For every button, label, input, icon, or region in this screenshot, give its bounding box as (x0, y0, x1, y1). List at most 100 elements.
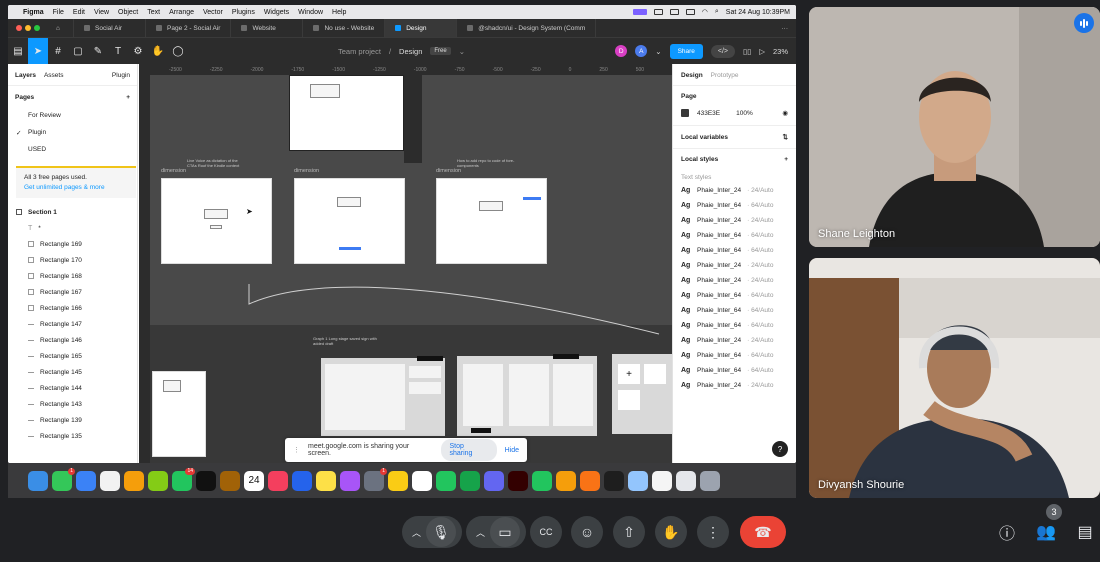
layer-item[interactable]: Rectangle 167 (8, 284, 137, 300)
tab-social-air[interactable]: Social Air (74, 19, 146, 37)
add-page-icon[interactable]: + (126, 94, 130, 101)
photos-icon[interactable] (124, 470, 144, 491)
raise-hand-button[interactable]: ✋ (655, 516, 687, 548)
layer-item[interactable]: Rectangle 168 (8, 268, 137, 284)
hide-banner-button[interactable]: Hide (505, 447, 519, 454)
text-style-item[interactable]: Ag Phaie_Inter_64 · 64/Auto (673, 303, 796, 318)
reminders-icon[interactable] (100, 470, 120, 491)
canvas-frame[interactable]: ➤ (161, 178, 272, 264)
stop-sharing-button[interactable]: Stop sharing (441, 439, 497, 461)
text-style-item[interactable]: Ag Phaie_Inter_24 · 24/Auto (673, 378, 796, 393)
leave-call-button[interactable]: ☎ (740, 516, 786, 548)
page-item-plugin[interactable]: ✓ Plugin (8, 124, 137, 141)
canvas-note[interactable]: Graph 1 Long stage saved sign with added… (313, 336, 383, 346)
maps-icon[interactable] (148, 470, 168, 491)
main-menu-icon[interactable]: ▤ (8, 38, 28, 65)
tab-website[interactable]: Website (231, 19, 304, 37)
layer-item[interactable]: Rectangle 147 (8, 316, 137, 332)
illustrator-icon[interactable] (508, 470, 528, 491)
local-variables-row[interactable]: Local variables ⇅ (673, 125, 796, 148)
hand-tool-icon[interactable]: ✋ (148, 38, 168, 65)
menu-plugins[interactable]: Plugins (232, 9, 255, 16)
screenshot-icon[interactable] (676, 470, 696, 491)
text-style-item[interactable]: Ag Phaie_Inter_64 · 64/Auto (673, 318, 796, 333)
connector-line[interactable] (239, 274, 672, 344)
layer-item[interactable]: Rectangle 139 (8, 412, 137, 428)
camera-icon[interactable]: ▭ (490, 517, 520, 547)
collaborator-avatar[interactable]: D (615, 45, 628, 57)
search-icon[interactable]: ⌕ (715, 8, 719, 16)
chevron-up-icon[interactable]: ︿ (476, 526, 485, 539)
notion-icon[interactable] (412, 470, 432, 491)
move-tool-icon[interactable]: ➤ (28, 37, 48, 65)
layer-item[interactable]: Rectangle 169 (8, 236, 137, 252)
archive-icon[interactable] (220, 470, 240, 491)
text-style-item[interactable]: Ag Phaie_Inter_64 · 64/Auto (673, 228, 796, 243)
layer-item[interactable]: Rectangle 135 (8, 428, 137, 444)
text-style-item[interactable]: Ag Phaie_Inter_24 · 24/Auto (673, 273, 796, 288)
chevron-up-icon[interactable]: ︿ (412, 526, 421, 539)
adjust-icon[interactable]: ⇅ (783, 133, 788, 141)
layer-item[interactable]: Rectangle 170 (8, 252, 137, 268)
notes-icon[interactable] (316, 470, 336, 491)
reactions-button[interactable]: ☺ (571, 516, 603, 548)
more-options-button[interactable]: ⋮ (697, 516, 729, 548)
wifi-icon[interactable]: ◠ (702, 8, 708, 16)
layer-item[interactable]: T * (8, 220, 137, 236)
page-item-for-review[interactable]: For Review (8, 107, 137, 124)
participant-tile[interactable]: Divyansh Shourie (809, 258, 1100, 498)
resources-icon[interactable]: ⚙ (128, 38, 148, 65)
chevron-down-icon[interactable]: ⌄ (655, 47, 661, 56)
canvas-frame[interactable] (289, 75, 404, 151)
text-style-item[interactable]: Ag Phaie_Inter_24 · 24/Auto (673, 333, 796, 348)
chrome-icon[interactable] (556, 470, 576, 491)
preview-icon[interactable] (628, 470, 648, 491)
library-icon[interactable]: ▯▯ (743, 47, 751, 56)
menubar-app-name[interactable]: Figma (23, 9, 44, 16)
chat-icon[interactable]: ▤ (1075, 522, 1095, 542)
eye-icon[interactable]: ◉ (782, 109, 788, 117)
frame-label[interactable]: dimension (436, 168, 461, 174)
pen-tool-icon[interactable]: ✎ (88, 38, 108, 65)
page-color-value[interactable]: 433E3E (697, 110, 720, 117)
layer-section[interactable]: Section 1 (8, 204, 137, 220)
shape-tool-icon[interactable]: ▢ (68, 38, 88, 65)
home-icon[interactable]: ⌂ (48, 19, 74, 37)
layer-item[interactable]: Rectangle 166 (8, 300, 137, 316)
tab-design[interactable]: Design (385, 19, 458, 37)
layer-item[interactable]: Rectangle 144 (8, 380, 137, 396)
dev-mode-toggle[interactable]: </> (710, 44, 735, 58)
mail-icon[interactable] (76, 470, 96, 491)
vlc-icon[interactable] (580, 470, 600, 491)
wireframe-block[interactable]: + (612, 354, 672, 434)
captions-button[interactable]: CC (530, 516, 562, 548)
appletv-icon[interactable] (196, 470, 216, 491)
wireframe-block[interactable] (321, 356, 445, 436)
menu-text[interactable]: Text (147, 9, 160, 16)
layer-item[interactable]: Rectangle 145 (8, 364, 137, 380)
tab-prototype[interactable]: Prototype (711, 72, 739, 79)
design-canvas[interactable]: -2500 -2250 -2000 -1750 -1500 -1250 -100… (139, 64, 672, 463)
frame-tool-icon[interactable]: # (48, 38, 68, 65)
text-style-item[interactable]: Ag Phaie_Inter_64 · 64/Auto (673, 348, 796, 363)
page-color-swatch[interactable] (681, 109, 689, 117)
keynote-icon[interactable] (292, 470, 312, 491)
canvas-frame[interactable] (152, 371, 206, 457)
tab-layers[interactable]: Layers (15, 72, 36, 79)
upsell-link[interactable]: Get unlimited pages & more (24, 183, 128, 193)
layer-item[interactable]: Rectangle 146 (8, 332, 137, 348)
finder-icon[interactable] (28, 470, 48, 491)
messages-icon[interactable]: 1 (52, 467, 75, 491)
tab-page-2-social-air[interactable]: Page 2 - Social Air (146, 19, 232, 37)
minimize-window-button[interactable] (25, 25, 31, 31)
play-icon[interactable]: ▷ (759, 47, 765, 56)
wireframe-block[interactable] (457, 354, 597, 436)
menu-file[interactable]: File (53, 9, 64, 16)
frame-label[interactable]: dimension (161, 168, 186, 174)
canvas-frame[interactable] (294, 178, 405, 264)
close-window-button[interactable] (16, 25, 22, 31)
music-icon[interactable] (268, 470, 288, 491)
menu-edit[interactable]: Edit (73, 9, 85, 16)
zoom-level[interactable]: 23% (773, 47, 788, 56)
calendar-icon[interactable]: 24 (244, 470, 264, 491)
